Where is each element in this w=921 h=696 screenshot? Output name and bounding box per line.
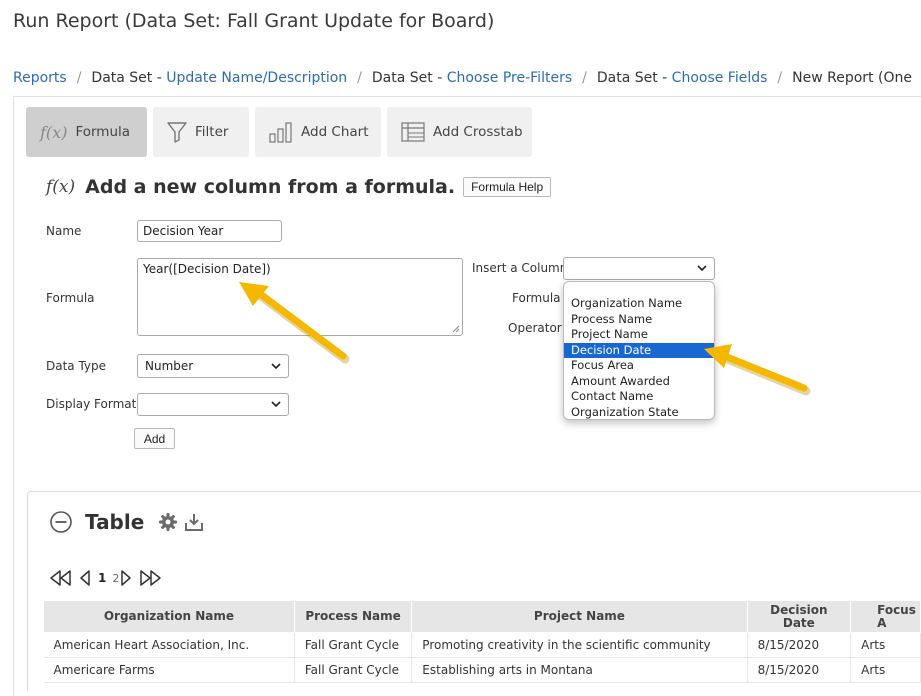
breadcrumb-prefix: Data Set - (91, 70, 167, 86)
formula-label-2: Formula (512, 291, 561, 305)
name-input[interactable]: Decision Year (137, 220, 282, 242)
add-chart-button[interactable]: Add Chart (255, 107, 381, 157)
breadcrumb-update-name-link[interactable]: Update Name/Description (166, 70, 347, 86)
chevron-down-icon (271, 401, 281, 408)
first-page-icon[interactable] (48, 569, 74, 587)
column-header[interactable]: Focus A (850, 600, 921, 633)
column-header[interactable]: Project Name (411, 600, 748, 633)
chevron-down-icon (271, 362, 281, 369)
formula-text: Year([Decision Date]) (143, 262, 271, 276)
formula-label: Formula (46, 291, 95, 305)
name-label: Name (46, 224, 82, 238)
table-cell: Fall Grant Cycle (294, 632, 413, 658)
table-cell: Americare Farms (43, 657, 295, 683)
data-type-value: Number (145, 359, 194, 373)
formula-icon: f(x) (40, 122, 68, 142)
previous-page-icon[interactable] (78, 569, 92, 587)
next-page-icon[interactable] (119, 569, 133, 587)
breadcrumb-prefilters-link[interactable]: Choose Pre-Filters (447, 70, 572, 86)
table-cell: 8/15/2020 (747, 632, 852, 658)
page-title: Run Report (Data Set: Fall Grant Update … (13, 10, 495, 32)
breadcrumb-separator: / (582, 70, 587, 86)
breadcrumb-separator: / (357, 70, 362, 86)
add-button[interactable]: Add (134, 428, 175, 449)
table-title: Table (85, 510, 145, 534)
dropdown-option[interactable]: Focus Area (564, 358, 714, 374)
download-icon[interactable] (184, 512, 204, 532)
table-header: Table (49, 510, 204, 534)
table-cell: Fall Grant Cycle (294, 657, 413, 683)
table-cell: Promoting creativity in the scientific c… (411, 632, 748, 658)
add-crosstab-label: Add Crosstab (433, 124, 523, 140)
filter-icon (167, 121, 187, 143)
table-cell: Arts (850, 632, 921, 658)
dropdown-option[interactable]: Contact Name (564, 389, 714, 405)
dropdown-option[interactable]: Process Name (564, 312, 714, 328)
report-table: Organization Name Process Name Project N… (43, 600, 921, 683)
crosstab-icon (401, 122, 425, 142)
display-format-select[interactable] (137, 393, 289, 416)
formula-help-button[interactable]: Formula Help (463, 177, 552, 197)
last-page-icon[interactable] (137, 569, 163, 587)
breadcrumb-separator: / (76, 70, 82, 86)
resize-handle-icon[interactable] (452, 325, 460, 333)
add-crosstab-button[interactable]: Add Crosstab (387, 107, 532, 157)
breadcrumb-separator: / (777, 70, 783, 86)
dropdown-option-selected[interactable]: Decision Date (564, 342, 714, 358)
gear-icon[interactable] (158, 512, 178, 532)
breadcrumb-prefix: Data Set - (371, 70, 447, 86)
column-dropdown-list: Organization Name Process Name Project N… (563, 281, 715, 420)
filter-tool-button[interactable]: Filter (153, 107, 249, 157)
breadcrumb: Reports / Data Set - Update Name/Descripti… (13, 70, 912, 86)
formula-heading-icon: f(x) (46, 177, 76, 197)
column-header[interactable]: Decision Date (746, 600, 852, 633)
table-cell: American Heart Association, Inc. (43, 632, 295, 658)
dropdown-option[interactable]: Organization Name (564, 296, 714, 312)
page-number[interactable]: 2 (112, 572, 119, 585)
page-number-current[interactable]: 1 (98, 571, 106, 585)
chart-icon (269, 121, 293, 143)
table-cell: Arts (850, 657, 921, 683)
table-cell: 8/15/2020 (747, 657, 852, 683)
breadcrumb-prefix: Data Set - (596, 70, 672, 86)
add-chart-label: Add Chart (301, 124, 369, 140)
breadcrumb-reports-link[interactable]: Reports (13, 70, 67, 86)
table-row: Americare Farms Fall Grant Cycle Establi… (43, 657, 921, 683)
formula-tool-button[interactable]: f(x) Formula (26, 107, 147, 157)
table-cell: Establishing arts in Montana (411, 657, 748, 683)
insert-column-select[interactable] (563, 257, 715, 280)
formula-section-heading: f(x) Add a new column from a formula. Fo… (46, 176, 552, 198)
table-header-row: Organization Name Process Name Project N… (43, 600, 921, 633)
data-type-label: Data Type (46, 359, 107, 373)
table-row: American Heart Association, Inc. Fall Gr… (43, 632, 921, 658)
breadcrumb-current: New Report (One (792, 70, 912, 86)
insert-column-label: Insert a Column (472, 261, 568, 275)
operator-label: Operator (508, 321, 562, 335)
pager: 1 2 (48, 569, 163, 587)
formula-heading-text: Add a new column from a formula. (85, 176, 456, 198)
breadcrumb-choose-fields-link[interactable]: Choose Fields (672, 70, 768, 86)
display-format-label: Display Format (46, 397, 137, 411)
dropdown-option[interactable]: Project Name (564, 327, 714, 343)
chevron-down-icon (697, 265, 707, 272)
data-type-select[interactable]: Number (137, 354, 289, 378)
formula-tool-label: Formula (75, 124, 131, 140)
column-header[interactable]: Process Name (293, 600, 413, 633)
filter-tool-label: Filter (195, 124, 229, 140)
dropdown-option[interactable]: Organization State (564, 405, 714, 421)
column-header[interactable]: Organization Name (43, 600, 295, 633)
collapse-icon[interactable] (49, 510, 73, 534)
formula-textarea[interactable]: Year([Decision Date]) (137, 258, 463, 336)
dropdown-option[interactable]: Amount Awarded (564, 374, 714, 390)
